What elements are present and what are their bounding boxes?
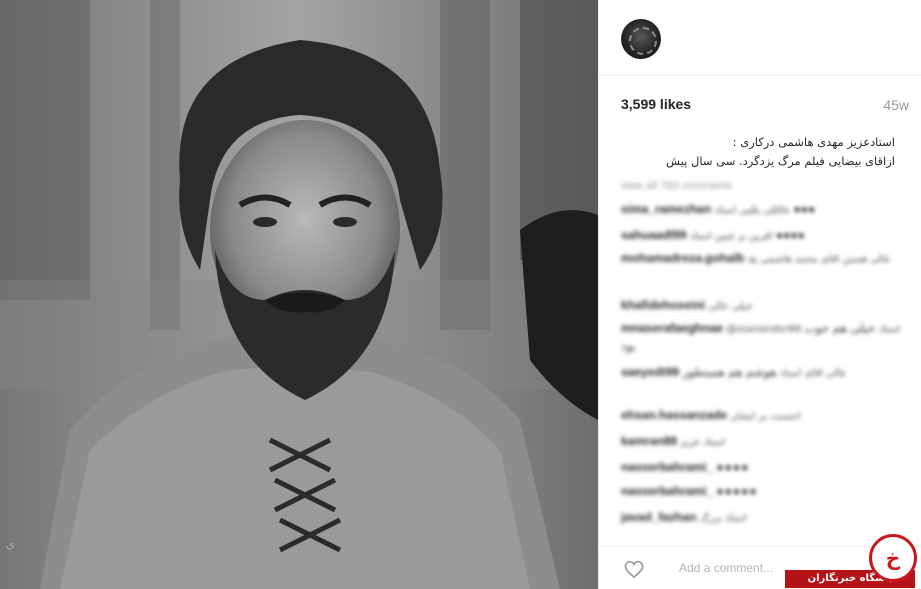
comment-item: javad_fazhan استاد بزرگ	[621, 506, 913, 528]
comment-item: ehsan.hassanzade احسنت بر ایشان	[621, 404, 913, 426]
comment-emoji: ●●●●●	[716, 484, 758, 498]
comment-item: nasserbahrami_ ●●●●●	[621, 480, 913, 502]
comment-username[interactable]: javad_fazhan	[621, 510, 696, 524]
comment-username[interactable]: khafidehoseini	[621, 298, 705, 312]
comment-username[interactable]: nasserbahrami_	[621, 484, 713, 498]
view-all-comments-link[interactable]: view all 783 comments	[621, 180, 732, 192]
comment-emoji: ●●●●	[775, 228, 805, 242]
comment-text: عالللی بللیی استاد	[714, 205, 791, 216]
caption-line: استادعزیز مهدی هاشمی درکاری :	[732, 135, 895, 149]
logo-mark: خ	[869, 534, 917, 582]
comment-emoji: ●●●●	[716, 460, 750, 474]
comment-emoji: هوشم هم همینطور	[682, 365, 777, 379]
comment-item: kamran88 استاد عزیز	[621, 430, 913, 452]
comment-item: sahuaadl99 افرین بر چنین استاد ●●●●	[621, 224, 913, 246]
comment-text: افرین بر چنین استاد	[689, 231, 773, 242]
photo-watermark: ي	[6, 538, 15, 551]
comment-text: استاد بزرگ	[699, 513, 747, 524]
post-age[interactable]: 45w	[883, 97, 909, 113]
comment-username[interactable]: mnaserafaeghnae	[621, 321, 723, 335]
comment-username[interactable]: saeyedt99	[621, 365, 679, 379]
likes-count[interactable]: 3,599 likes	[621, 96, 691, 112]
post-caption: استادعزیز مهدی هاشمی درکاری : ازاقای بیض…	[621, 133, 895, 171]
comment-item: mnaserafaeghnae @ssanander88 استاد خیلی …	[621, 320, 913, 354]
comment-item: khafidehoseini خیلی عالی	[621, 294, 913, 316]
comment-username[interactable]: sahuaadl99	[621, 228, 686, 242]
avatar[interactable]	[621, 19, 661, 59]
comment-username[interactable]: sima_ramezhan	[621, 202, 711, 216]
comment-username[interactable]: kamran88	[621, 434, 677, 448]
photo-illustration	[0, 0, 598, 589]
comment-item: nasserbahrami_ ●●●●	[621, 456, 913, 478]
post-stats: 3,599 likes 45w	[621, 96, 909, 116]
comment-username[interactable]: nasserbahrami_	[621, 460, 713, 474]
post-side-panel: 3,599 likes 45w استادعزیز مهدی هاشمی درک…	[598, 0, 921, 589]
comment-text: استاد عزیز	[680, 437, 726, 448]
add-comment-input[interactable]	[679, 559, 799, 577]
comment-text: احسنت بر ایشان	[730, 411, 801, 422]
comment-item: saeyedt99 عالی اقای استاد هوشم هم همینطو…	[621, 364, 913, 398]
comment-emoji: ●●●	[793, 202, 816, 216]
comment-username[interactable]: ehsan.hassanzade	[621, 408, 727, 422]
heart-icon[interactable]	[623, 559, 645, 579]
comment-item: mohamadreza.gohalb عالی هستن اقای محمد ه…	[621, 250, 913, 284]
post-header	[599, 0, 921, 76]
comment-emoji: ید	[747, 251, 758, 265]
comment-text: عالی هستن اقای محمد هاشمی	[760, 254, 891, 265]
caption-line: ازاقای بیضایی فیلم مرگ یزدگرد. سی سال پی…	[665, 154, 895, 168]
news-agency-logo: باشگاه خبرنگاران خ	[785, 534, 921, 589]
post-photo[interactable]: ي	[0, 0, 598, 589]
comment-username[interactable]: mohamadreza.gohalb	[621, 251, 744, 265]
comment-text: عالی اقای استاد	[779, 368, 847, 379]
comment-item: sima_ramezhan عالللی بللیی استاد ●●●	[621, 198, 913, 220]
comment-text: خیلی عالی	[708, 301, 753, 312]
